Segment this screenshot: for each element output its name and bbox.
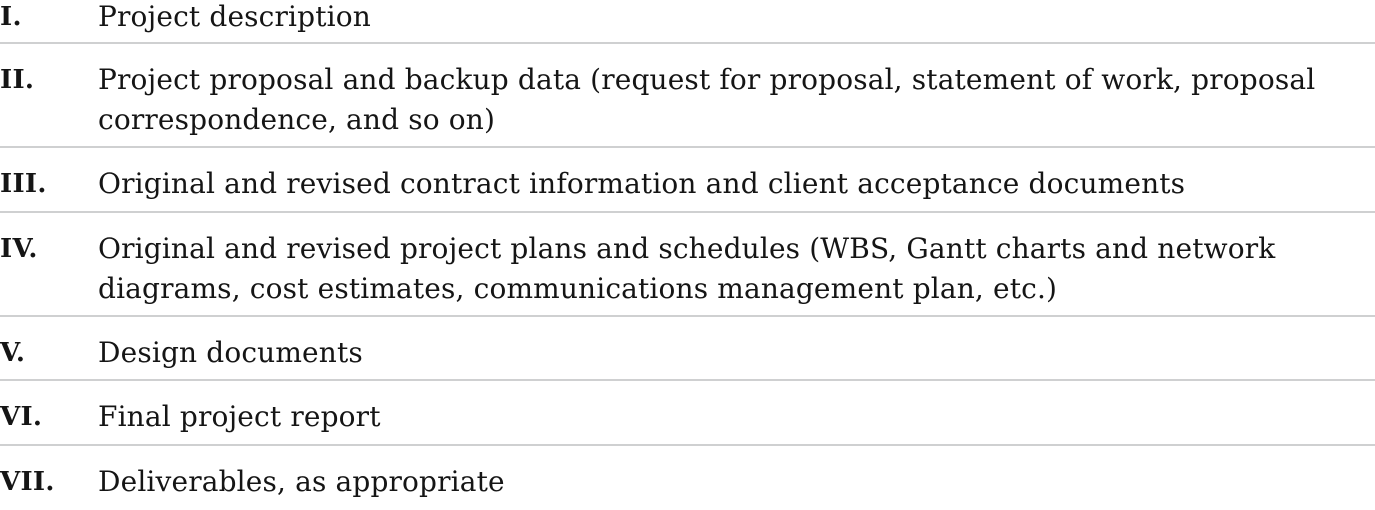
roman-numeral: VI. [0,402,43,432]
roman-numeral: VII. [0,466,55,497]
row-text: Original and revised project plans and s… [98,231,1276,305]
row-text: Original and revised contract informatio… [98,167,1186,200]
row-text: Design documents [98,335,363,369]
outline-row: IV. Original and revised project plans a… [0,213,1375,317]
row-text: Project proposal and backup data (reques… [98,63,1316,136]
roman-numeral: I. [0,2,22,32]
roman-numeral: III. [0,169,47,199]
outline-row: V. Design documents [0,317,1375,381]
row-text: Deliverables, as appropriate [98,464,505,498]
outline-row: I. Project description [0,0,1375,44]
row-text: Project description [98,0,371,33]
row-text: Final project report [98,400,381,433]
document-outline-table: I. Project description II. Project propo… [0,0,1375,498]
outline-row: VII. Deliverables, as appropriate [0,446,1375,498]
roman-numeral: IV. [0,233,38,264]
roman-numeral: V. [0,337,26,368]
outline-row: II. Project proposal and backup data (re… [0,44,1375,148]
outline-row: VI. Final project report [0,381,1375,446]
outline-row: III. Original and revised contract infor… [0,148,1375,213]
roman-numeral: II. [0,65,35,95]
